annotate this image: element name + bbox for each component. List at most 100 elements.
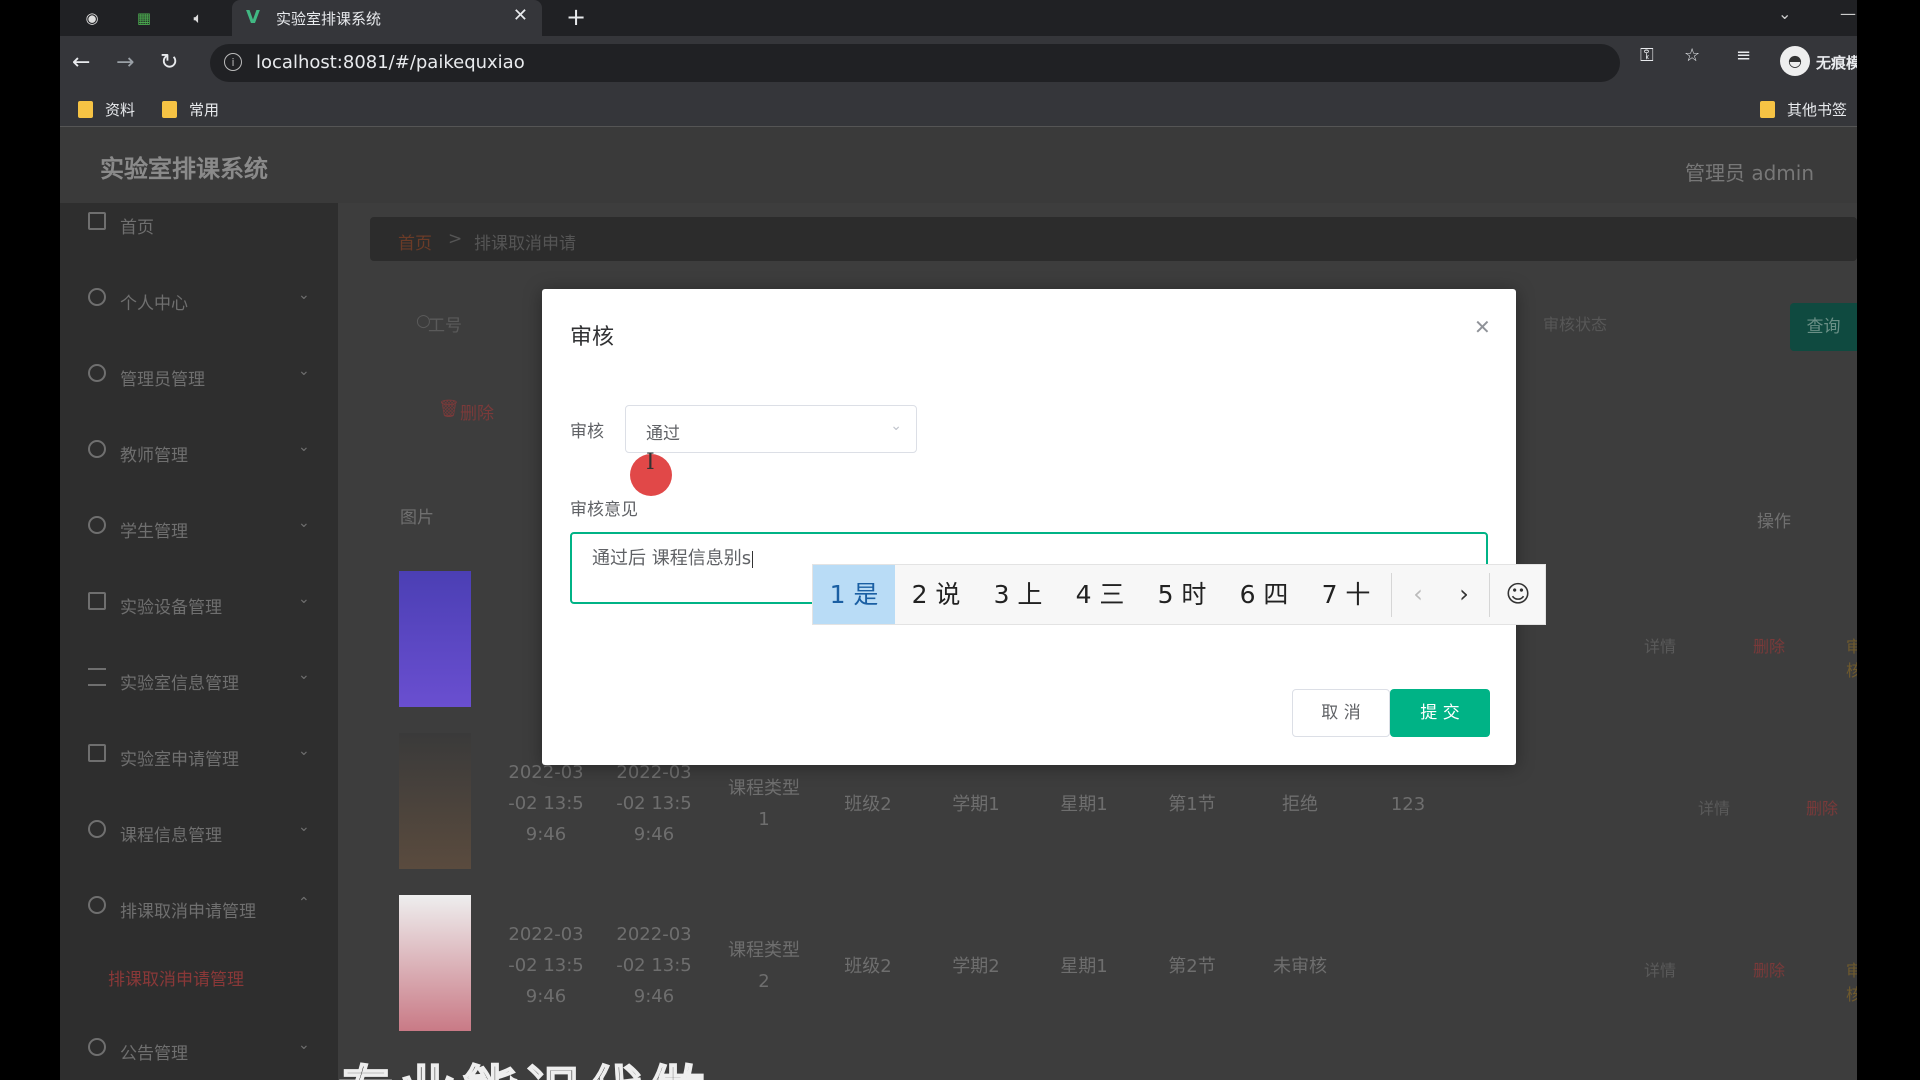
course-type-cell: 课程类型 2 <box>728 940 800 992</box>
site-info-icon[interactable]: i <box>224 53 242 71</box>
detail-button[interactable]: 详情 <box>1644 633 1676 657</box>
review-status-select[interactable]: 通过 ⌄ <box>625 405 917 453</box>
browser-logo-icon[interactable]: ◉ <box>80 6 104 30</box>
start-time-cell: 2022-03 -02 13:5 9:46 <box>508 762 584 845</box>
sidebar-item-cancel-apply[interactable]: 排课取消申请管理 ⌃ <box>60 887 338 927</box>
home-icon <box>88 212 106 230</box>
sidebar-subitem-cancel-apply[interactable]: 排课取消申请管理 <box>108 965 244 990</box>
submit-button[interactable]: 提 交 <box>1390 689 1490 737</box>
ime-candidate-4[interactable]: 4 三 <box>1059 565 1141 624</box>
chevron-down-icon: ⌄ <box>298 363 310 379</box>
tab-title: 实验室排课系统 <box>276 10 382 28</box>
delete-button[interactable]: 删除 <box>1753 633 1785 657</box>
ime-candidate-2[interactable]: 2 说 <box>895 565 977 624</box>
status-filter-select[interactable]: 审核状态 <box>1543 311 1607 335</box>
sidebar-item-admins[interactable]: 管理员管理 ⌄ <box>60 355 338 395</box>
ime-candidate-7[interactable]: 7 十 <box>1305 565 1387 624</box>
breadcrumb-home[interactable]: 首页 <box>398 229 432 254</box>
end-time-cell: 2022-03 -02 13:5 9:46 <box>616 762 692 845</box>
clipboard-icon <box>88 592 106 610</box>
reload-button[interactable]: ↻ <box>160 50 178 75</box>
weekday-cell: 星期1 <box>1060 956 1108 977</box>
review-dialog: 审核 ✕ 审核 通过 ⌄ 审核意见 通过后 课程信息别s 取 消 提 交 <box>542 289 1516 765</box>
bookmark-folder-ziliao[interactable]: 资料 <box>78 99 135 120</box>
chevron-down-icon: ⌄ <box>298 515 310 531</box>
sidebar-item-lab-info[interactable]: 实验室信息管理 ⌄ <box>60 659 338 699</box>
clock-icon <box>88 440 106 458</box>
chevron-down-icon: ⌄ <box>298 819 310 835</box>
row-photo <box>399 571 471 707</box>
ime-candidate-1[interactable]: 1 是 <box>813 565 895 624</box>
tab-close-icon[interactable]: ✕ <box>513 5 528 26</box>
photo-column-header: 图片 <box>400 508 434 528</box>
breadcrumb: 首页 > 排课取消申请 <box>370 217 1857 261</box>
ime-candidate-3[interactable]: 3 上 <box>977 565 1059 624</box>
sidebar-item-teachers[interactable]: 教师管理 ⌄ <box>60 431 338 471</box>
delete-button[interactable]: 删除 <box>1753 957 1785 981</box>
review-button[interactable]: 审核 <box>1846 957 1857 1005</box>
class-cell: 班级2 <box>844 794 892 815</box>
bookmark-star-icon[interactable]: ☆ <box>1684 45 1700 66</box>
ime-candidate-6[interactable]: 6 四 <box>1223 565 1305 624</box>
folder-icon <box>1760 101 1775 118</box>
tab-search-chevron-icon[interactable]: ⌄ <box>1778 4 1791 23</box>
current-user: 管理员 admin <box>1685 161 1815 185</box>
chevron-down-icon: ⌄ <box>890 418 902 434</box>
sidebar-item-notices[interactable]: 公告管理 ⌄ <box>60 1029 338 1069</box>
sidebar: 首页 个人中心 ⌄ 管理员管理 ⌄ 教师管理 ⌄ 学生管理 ⌄ 实验设备管理 ⌄… <box>60 203 338 1080</box>
sidebar-item-profile[interactable]: 个人中心 ⌄ <box>60 279 338 319</box>
sidebar-item-courses[interactable]: 课程信息管理 ⌄ <box>60 811 338 851</box>
minimize-icon[interactable]: — <box>1840 4 1856 23</box>
trash-icon: 🗑︎ <box>438 399 460 419</box>
reading-list-icon[interactable]: ≡ <box>1736 45 1751 66</box>
bookmark-folder-other[interactable]: 其他书签 <box>1760 99 1847 120</box>
tab-active[interactable]: V 实验室排课系统 ✕ <box>232 0 542 36</box>
folder-icon <box>78 101 93 118</box>
sidebar-item-home[interactable]: 首页 <box>60 203 338 243</box>
list-icon <box>88 668 106 686</box>
document-icon <box>88 744 106 762</box>
breadcrumb-current: 排课取消申请 <box>474 234 576 254</box>
detail-button[interactable]: 详情 <box>1644 957 1676 981</box>
bookmark-folder-changyong[interactable]: 常用 <box>162 99 219 120</box>
query-button[interactable]: 查询 <box>1790 303 1857 351</box>
back-button[interactable]: ← <box>72 50 90 75</box>
power-icon <box>88 820 106 838</box>
send-icon <box>88 364 106 382</box>
chevron-down-icon: ⌄ <box>298 439 310 455</box>
chevron-down-icon: ⌄ <box>298 667 310 683</box>
screen: ◉ ▦ 🔈︎ V 实验室排课系统 ✕ + ⌄ — ← → ↻ i localho… <box>60 0 1857 1080</box>
row-photo <box>399 895 471 1031</box>
ime-next-page-icon[interactable]: › <box>1441 565 1487 624</box>
status-cell: 拒绝 <box>1282 794 1318 815</box>
filter-input[interactable]: 工号 <box>428 311 462 336</box>
new-tab-button[interactable]: + <box>566 3 586 31</box>
address-bar: ← → ↻ i localhost:8081/#/paikequxiao ⚿ ☆… <box>60 36 1857 92</box>
dialog-close-icon[interactable]: ✕ <box>1474 315 1491 339</box>
ibeam-cursor-icon: I <box>646 450 655 475</box>
batch-delete-button[interactable]: 删除 <box>460 399 494 424</box>
sidebar-item-lab-apply[interactable]: 实验室申请管理 ⌄ <box>60 735 338 775</box>
speaker-icon[interactable]: 🔈︎ <box>186 6 210 30</box>
period-cell: 第2节 <box>1168 956 1216 977</box>
user-icon <box>88 288 106 306</box>
spreadsheet-tab-icon[interactable]: ▦ <box>132 6 156 30</box>
app-header: 实验室排课系统 管理员 admin <box>60 127 1857 203</box>
ime-prev-page-icon[interactable]: ‹ <box>1395 565 1441 624</box>
location-icon <box>88 516 106 534</box>
incognito-avatar-icon[interactable]: ◓ <box>1780 46 1810 76</box>
period-cell: 第1节 <box>1168 794 1216 815</box>
url-field[interactable]: i localhost:8081/#/paikequxiao <box>210 44 1620 82</box>
detail-button[interactable]: 详情 <box>1698 795 1730 819</box>
forward-button[interactable]: → <box>116 50 134 75</box>
sidebar-item-students[interactable]: 学生管理 ⌄ <box>60 507 338 547</box>
delete-button[interactable]: 删除 <box>1806 795 1838 819</box>
cancel-button[interactable]: 取 消 <box>1292 689 1390 737</box>
review-button[interactable]: 审核 <box>1846 633 1857 681</box>
ime-emoji-icon[interactable]: ☺ <box>1493 565 1543 624</box>
password-key-icon[interactable]: ⚿ <box>1640 45 1654 66</box>
review-status-label: 审核 <box>570 422 604 442</box>
sidebar-item-equipment[interactable]: 实验设备管理 ⌄ <box>60 583 338 623</box>
term-cell: 学期1 <box>952 794 1000 815</box>
ime-candidate-5[interactable]: 5 时 <box>1141 565 1223 624</box>
